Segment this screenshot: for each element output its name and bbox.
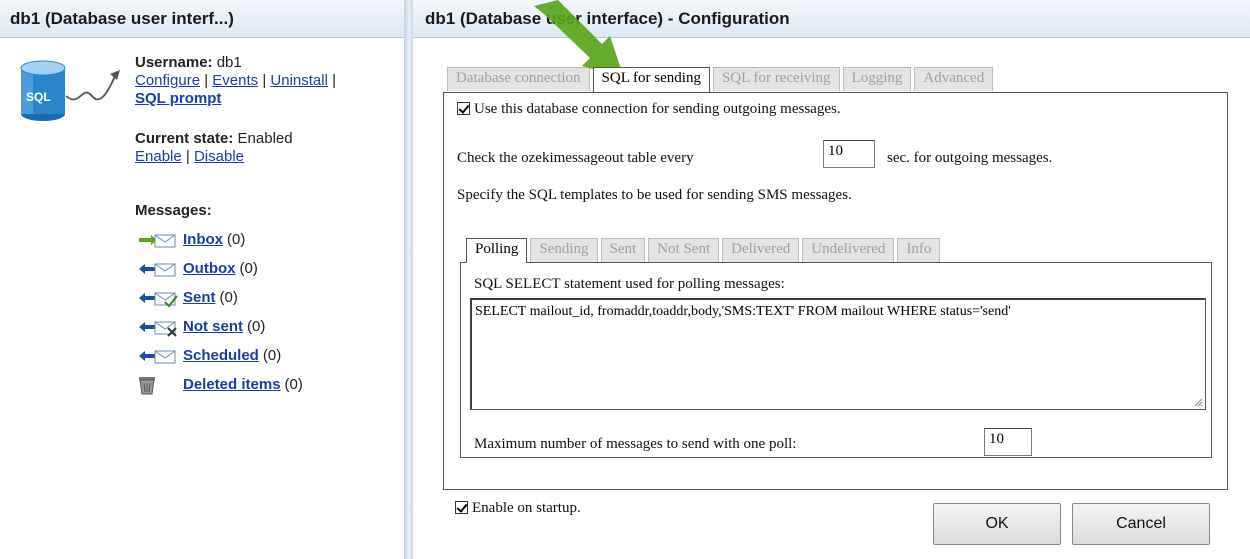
enable-startup-checkbox[interactable] bbox=[455, 501, 468, 514]
use-connection-label: Use this database connection for sending… bbox=[474, 101, 841, 117]
sql-template-tabs: Polling Sending Sent Not Sent Delivered … bbox=[466, 238, 943, 263]
check-interval-suffix: sec. for outgoing messages. bbox=[887, 150, 1053, 166]
folder-row-scheduled[interactable]: Scheduled (0) bbox=[135, 341, 303, 370]
use-connection-row: Use this database connection for sending… bbox=[457, 101, 841, 118]
events-link[interactable]: Events bbox=[212, 72, 258, 89]
outbox-envelope-icon bbox=[139, 263, 176, 276]
enable-link[interactable]: Enable bbox=[135, 148, 182, 165]
connection-info: Username: db1 Configure | Events | Unins… bbox=[135, 54, 336, 166]
left-panel: db1 (Database user interf...) SQL Userna… bbox=[0, 0, 405, 559]
folder-row-not-sent[interactable]: Not sent (0) bbox=[135, 312, 303, 341]
max-messages-input[interactable]: 10 bbox=[984, 428, 1032, 456]
inbox-count: (0) bbox=[227, 231, 246, 248]
subtab-info[interactable]: Info bbox=[897, 238, 941, 262]
sent-count: (0) bbox=[219, 289, 238, 306]
folder-row-sent[interactable]: Sent (0) bbox=[135, 283, 303, 312]
ok-button[interactable]: OK bbox=[933, 503, 1061, 545]
subtab-delivered[interactable]: Delivered bbox=[722, 238, 800, 262]
inbox-link[interactable]: Inbox bbox=[183, 231, 223, 248]
cancel-button[interactable]: Cancel bbox=[1072, 503, 1210, 545]
check-interval-input[interactable]: 10 bbox=[823, 140, 875, 168]
messages-title: Messages: bbox=[135, 202, 212, 219]
deleted-items-link[interactable]: Deleted items bbox=[183, 376, 281, 393]
configuration-title: db1 (Database user interface) - Configur… bbox=[413, 0, 1250, 38]
resize-grip-icon[interactable] bbox=[1193, 397, 1203, 407]
username-label: Username: bbox=[135, 54, 213, 71]
tab-sql-for-receiving[interactable]: SQL for receiving bbox=[712, 67, 840, 91]
sql-prompt-link[interactable]: SQL prompt bbox=[135, 90, 221, 107]
scheduled-envelope-icon bbox=[139, 350, 176, 363]
subtab-not-sent[interactable]: Not Sent bbox=[648, 238, 720, 262]
enable-startup-label: Enable on startup. bbox=[472, 500, 581, 516]
tab-advanced[interactable]: Advanced bbox=[914, 67, 994, 91]
sent-link[interactable]: Sent bbox=[183, 289, 216, 306]
select-statement-textarea[interactable]: SELECT mailout_id, fromaddr,toaddr,body,… bbox=[470, 298, 1206, 410]
subtab-sent[interactable]: Sent bbox=[600, 238, 646, 262]
current-state-value: Enabled bbox=[237, 130, 293, 147]
deleted-items-count: (0) bbox=[284, 376, 303, 393]
config-tabs: Database connection SQL for sending SQL … bbox=[447, 67, 996, 92]
outbox-count: (0) bbox=[239, 260, 258, 277]
folder-row-outbox[interactable]: Outbox (0) bbox=[135, 254, 303, 283]
templates-description: Specify the SQL templates to be used for… bbox=[457, 187, 852, 203]
left-panel-title: db1 (Database user interf...) bbox=[0, 0, 404, 38]
sent-envelope-icon bbox=[139, 292, 178, 307]
tab-database-connection[interactable]: Database connection bbox=[447, 67, 590, 91]
select-statement-label: SQL SELECT statement used for polling me… bbox=[474, 276, 785, 292]
panel-splitter[interactable] bbox=[405, 0, 413, 559]
inbox-envelope-icon bbox=[139, 234, 176, 247]
configure-link[interactable]: Configure bbox=[135, 72, 200, 89]
current-state-label: Current state: bbox=[135, 130, 234, 147]
link-separator: | bbox=[185, 148, 190, 165]
database-sql-icon: SQL bbox=[20, 60, 120, 121]
not-sent-envelope-icon bbox=[139, 321, 177, 337]
check-interval-label: Check the ozekimessageout table every bbox=[457, 150, 694, 166]
use-connection-checkbox[interactable] bbox=[457, 102, 470, 115]
select-statement-text: SELECT mailout_id, fromaddr,toaddr,body,… bbox=[475, 304, 1011, 319]
username-value: db1 bbox=[216, 54, 242, 71]
uninstall-link[interactable]: Uninstall bbox=[270, 72, 328, 89]
link-separator: | bbox=[332, 72, 337, 89]
link-separator: | bbox=[204, 72, 209, 89]
tab-sql-for-sending[interactable]: SQL for sending bbox=[592, 67, 710, 92]
messages-section: Messages: Inbox (0) Outbox (0) Sent (0) … bbox=[135, 202, 303, 399]
scheduled-link[interactable]: Scheduled bbox=[183, 347, 259, 364]
outbox-link[interactable]: Outbox bbox=[183, 260, 236, 277]
enable-startup-row: Enable on startup. bbox=[455, 500, 581, 517]
tab-logging[interactable]: Logging bbox=[842, 67, 912, 91]
disable-link[interactable]: Disable bbox=[194, 148, 244, 165]
subtab-sending[interactable]: Sending bbox=[530, 238, 598, 262]
trash-icon bbox=[139, 376, 155, 394]
max-messages-label: Maximum number of messages to send with … bbox=[474, 436, 797, 452]
folder-row-inbox[interactable]: Inbox (0) bbox=[135, 225, 303, 254]
not-sent-link[interactable]: Not sent bbox=[183, 318, 243, 335]
scheduled-count: (0) bbox=[262, 347, 282, 364]
subtab-undelivered[interactable]: Undelivered bbox=[802, 238, 895, 262]
subtab-polling[interactable]: Polling bbox=[466, 238, 528, 263]
folder-row-deleted[interactable]: Deleted items (0) bbox=[135, 370, 303, 399]
not-sent-count: (0) bbox=[247, 318, 266, 335]
link-separator: | bbox=[262, 72, 267, 89]
svg-text:SQL: SQL bbox=[26, 90, 51, 104]
